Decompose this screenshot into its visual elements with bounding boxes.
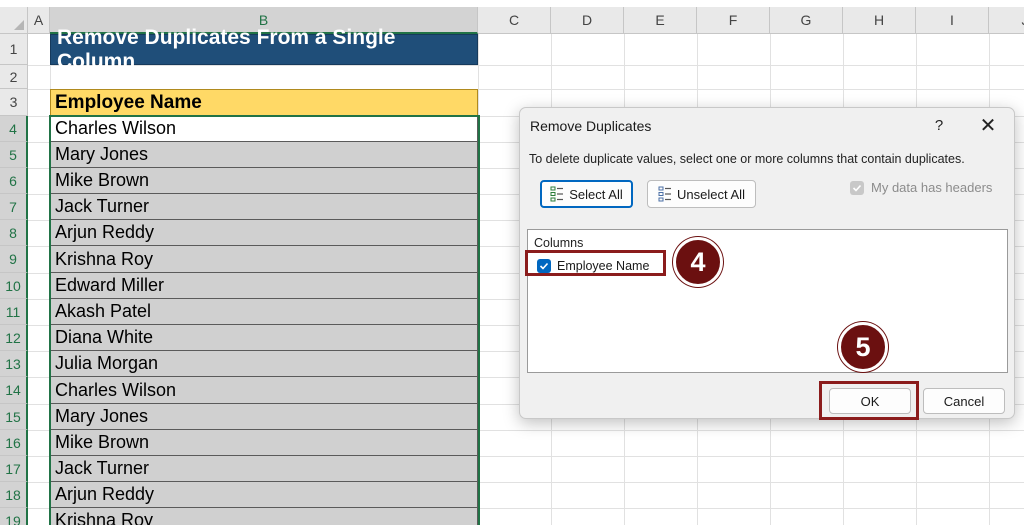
column-header-e[interactable]: E (624, 7, 697, 34)
select-all-corner[interactable] (0, 7, 28, 34)
unselect-all-icon (658, 186, 672, 202)
column-header-a[interactable]: A (28, 7, 50, 34)
column-header-i[interactable]: I (916, 7, 989, 34)
step-4-badge: 4 (673, 237, 723, 287)
name-cell[interactable]: Krishna Roy (50, 508, 478, 525)
row-header[interactable]: 14 (0, 377, 28, 404)
name-cell[interactable]: Arjun Reddy (50, 482, 478, 508)
row-header[interactable]: 3 (0, 89, 28, 116)
name-cell[interactable]: Charles Wilson (50, 116, 478, 142)
column-header-f[interactable]: F (697, 7, 770, 34)
row-header[interactable]: 18 (0, 482, 28, 508)
name-cell[interactable]: Mike Brown (50, 168, 478, 194)
select-all-label: Select All (569, 186, 623, 202)
select-all-button[interactable]: Select All (540, 180, 633, 208)
row-header[interactable]: 19 (0, 508, 28, 525)
name-cell[interactable]: Mary Jones (50, 404, 478, 430)
name-cell[interactable]: Diana White (50, 325, 478, 351)
columns-list: Columns Employee Name (527, 229, 1008, 373)
dialog-title: Remove Duplicates (530, 118, 652, 134)
corner-triangle-icon (14, 20, 24, 30)
headers-checkbox-label: My data has headers (871, 180, 993, 195)
column-header-d[interactable]: D (551, 7, 624, 34)
dialog-description: To delete duplicate values, select one o… (529, 152, 965, 166)
row-header[interactable]: 15 (0, 404, 28, 430)
row-header[interactable]: 11 (0, 299, 28, 325)
name-cell[interactable]: Edward Miller (50, 273, 478, 299)
row-header[interactable]: 8 (0, 220, 28, 246)
remove-duplicates-dialog: Remove Duplicates ? ✕ To delete duplicat… (519, 107, 1015, 419)
name-cell[interactable]: Charles Wilson (50, 377, 478, 404)
unselect-all-label: Unselect All (677, 186, 745, 202)
select-all-icon (550, 186, 564, 202)
name-cell[interactable]: Mary Jones (50, 142, 478, 168)
row-header[interactable]: 4 (0, 116, 28, 142)
disabled-checkbox-icon (850, 180, 864, 195)
row-header[interactable]: 5 (0, 142, 28, 168)
name-cell[interactable]: Julia Morgan (50, 351, 478, 377)
checked-checkbox-icon[interactable] (537, 259, 551, 273)
close-button[interactable]: ✕ (975, 113, 1001, 137)
row-header[interactable]: 1 (0, 34, 28, 65)
row-header[interactable]: 9 (0, 246, 28, 273)
column-item-label: Employee Name (557, 259, 650, 273)
row-header[interactable]: 13 (0, 351, 28, 377)
name-cell[interactable]: Arjun Reddy (50, 220, 478, 246)
row-header[interactable]: 12 (0, 325, 28, 351)
column-header-j[interactable]: J (989, 7, 1024, 34)
row-header[interactable]: 7 (0, 194, 28, 220)
column-header-h[interactable]: H (843, 7, 916, 34)
row-header[interactable]: 17 (0, 456, 28, 482)
help-button[interactable]: ? (928, 113, 950, 137)
gridline (478, 34, 479, 525)
employee-name-header-cell[interactable]: Employee Name (50, 89, 478, 116)
cancel-button[interactable]: Cancel (923, 388, 1005, 414)
column-item-employee-name[interactable]: Employee Name (533, 255, 669, 277)
name-cell[interactable]: Akash Patel (50, 299, 478, 325)
name-cell[interactable]: Jack Turner (50, 456, 478, 482)
row-header[interactable]: 6 (0, 168, 28, 194)
column-header-g[interactable]: G (770, 7, 843, 34)
columns-label: Columns (534, 236, 584, 250)
row-header[interactable]: 10 (0, 273, 28, 299)
row-header[interactable]: 16 (0, 430, 28, 456)
name-cell[interactable]: Jack Turner (50, 194, 478, 220)
my-data-has-headers-checkbox[interactable]: My data has headers (850, 180, 992, 195)
ok-button[interactable]: OK (829, 388, 911, 414)
sheet-title-cell[interactable]: Remove Duplicates From a Single Column (50, 26, 478, 73)
column-header-c[interactable]: C (478, 7, 551, 34)
name-cell[interactable]: Krishna Roy (50, 246, 478, 273)
unselect-all-button[interactable]: Unselect All (647, 180, 756, 208)
row-header[interactable]: 2 (0, 65, 28, 89)
step-5-badge: 5 (838, 322, 888, 372)
name-cell[interactable]: Mike Brown (50, 430, 478, 456)
